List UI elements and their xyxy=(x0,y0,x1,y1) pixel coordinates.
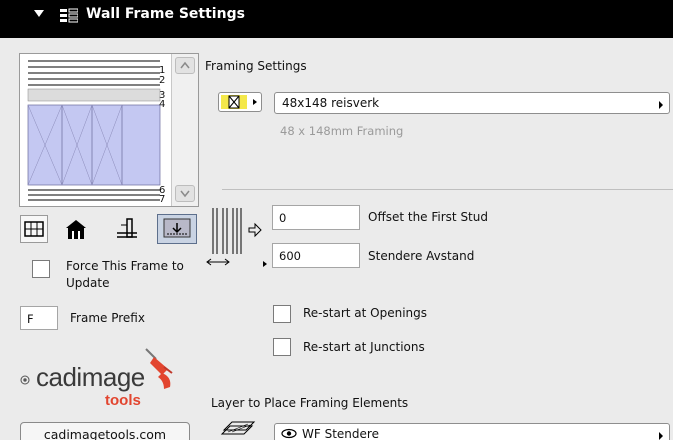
layer-number: 7 xyxy=(159,194,166,205)
layer-download-button[interactable] xyxy=(157,214,197,244)
wall-section-drawing xyxy=(27,60,161,201)
restart-openings-checkbox[interactable] xyxy=(273,305,291,323)
restart-openings-label: Re-start at Openings xyxy=(303,306,428,320)
chevron-down-icon xyxy=(180,190,190,198)
layer-number: 2 xyxy=(159,75,166,86)
panel-header[interactable]: Wall Frame Settings xyxy=(0,0,673,38)
wall-section-icon xyxy=(117,218,137,238)
layer-number: 4 xyxy=(159,99,166,110)
offset-first-stud-label: Offset the First Stud xyxy=(368,210,488,224)
force-update-checkbox[interactable] xyxy=(32,260,50,278)
framing-stud-icon xyxy=(221,95,257,109)
preview-scrollbar[interactable] xyxy=(171,54,198,206)
chevron-up-icon xyxy=(180,61,190,69)
frame-prefix-input[interactable]: F xyxy=(20,306,58,330)
gable-view-button[interactable] xyxy=(62,215,90,243)
stud-spacing-label: Stendere Avstand xyxy=(368,249,475,263)
layer-stack-icon xyxy=(220,421,256,435)
framing-settings-label: Framing Settings xyxy=(205,59,307,73)
force-update-label-line1: Force This Frame to xyxy=(66,259,184,273)
framing-settings-dropdown[interactable]: 48x148 reisverk xyxy=(274,92,670,114)
dropdown-arrow-icon xyxy=(659,101,663,109)
stud-spacing-diagram-icon xyxy=(206,208,267,267)
framing-type-picker[interactable] xyxy=(218,92,262,112)
wall-frame-settings-icon xyxy=(60,8,78,23)
restart-junctions-checkbox[interactable] xyxy=(273,338,291,356)
layer-download-icon xyxy=(163,218,191,238)
scroll-up-button[interactable] xyxy=(175,57,195,74)
framing-selected-value: 48x148 reisverk xyxy=(282,96,380,110)
offset-first-stud-input[interactable]: 0 xyxy=(272,205,360,230)
cadimage-logo-text: cadimage xyxy=(36,362,145,392)
panel-title: Wall Frame Settings xyxy=(86,6,245,22)
layer-section-label: Layer to Place Framing Elements xyxy=(211,396,409,410)
eye-icon xyxy=(281,428,297,439)
scroll-down-button[interactable] xyxy=(175,185,195,202)
frame-prefix-label: Frame Prefix xyxy=(70,311,145,325)
layer-dropdown[interactable]: WF Stendere xyxy=(274,423,670,440)
force-update-label-line2: Update xyxy=(66,276,110,290)
layer-selected-value: WF Stendere xyxy=(302,427,379,440)
section-view-button[interactable] xyxy=(113,215,141,243)
collapse-triangle-icon[interactable] xyxy=(34,10,44,17)
tools-logo-text: tools xyxy=(105,392,141,409)
framing-description: 48 x 148mm Framing xyxy=(280,124,404,138)
drill-logo-icon xyxy=(145,348,173,389)
section-divider xyxy=(222,189,673,190)
grid-frame-icon xyxy=(24,221,44,237)
house-frame-icon xyxy=(66,220,86,239)
dropdown-arrow-icon xyxy=(659,432,663,440)
copyright-icon xyxy=(20,375,30,385)
cadimagetools-link-button[interactable]: cadimagetools.com xyxy=(20,422,190,440)
plan-view-button[interactable] xyxy=(20,215,48,243)
restart-junctions-label: Re-start at Junctions xyxy=(303,340,425,354)
stud-spacing-input[interactable]: 600 xyxy=(272,243,360,268)
